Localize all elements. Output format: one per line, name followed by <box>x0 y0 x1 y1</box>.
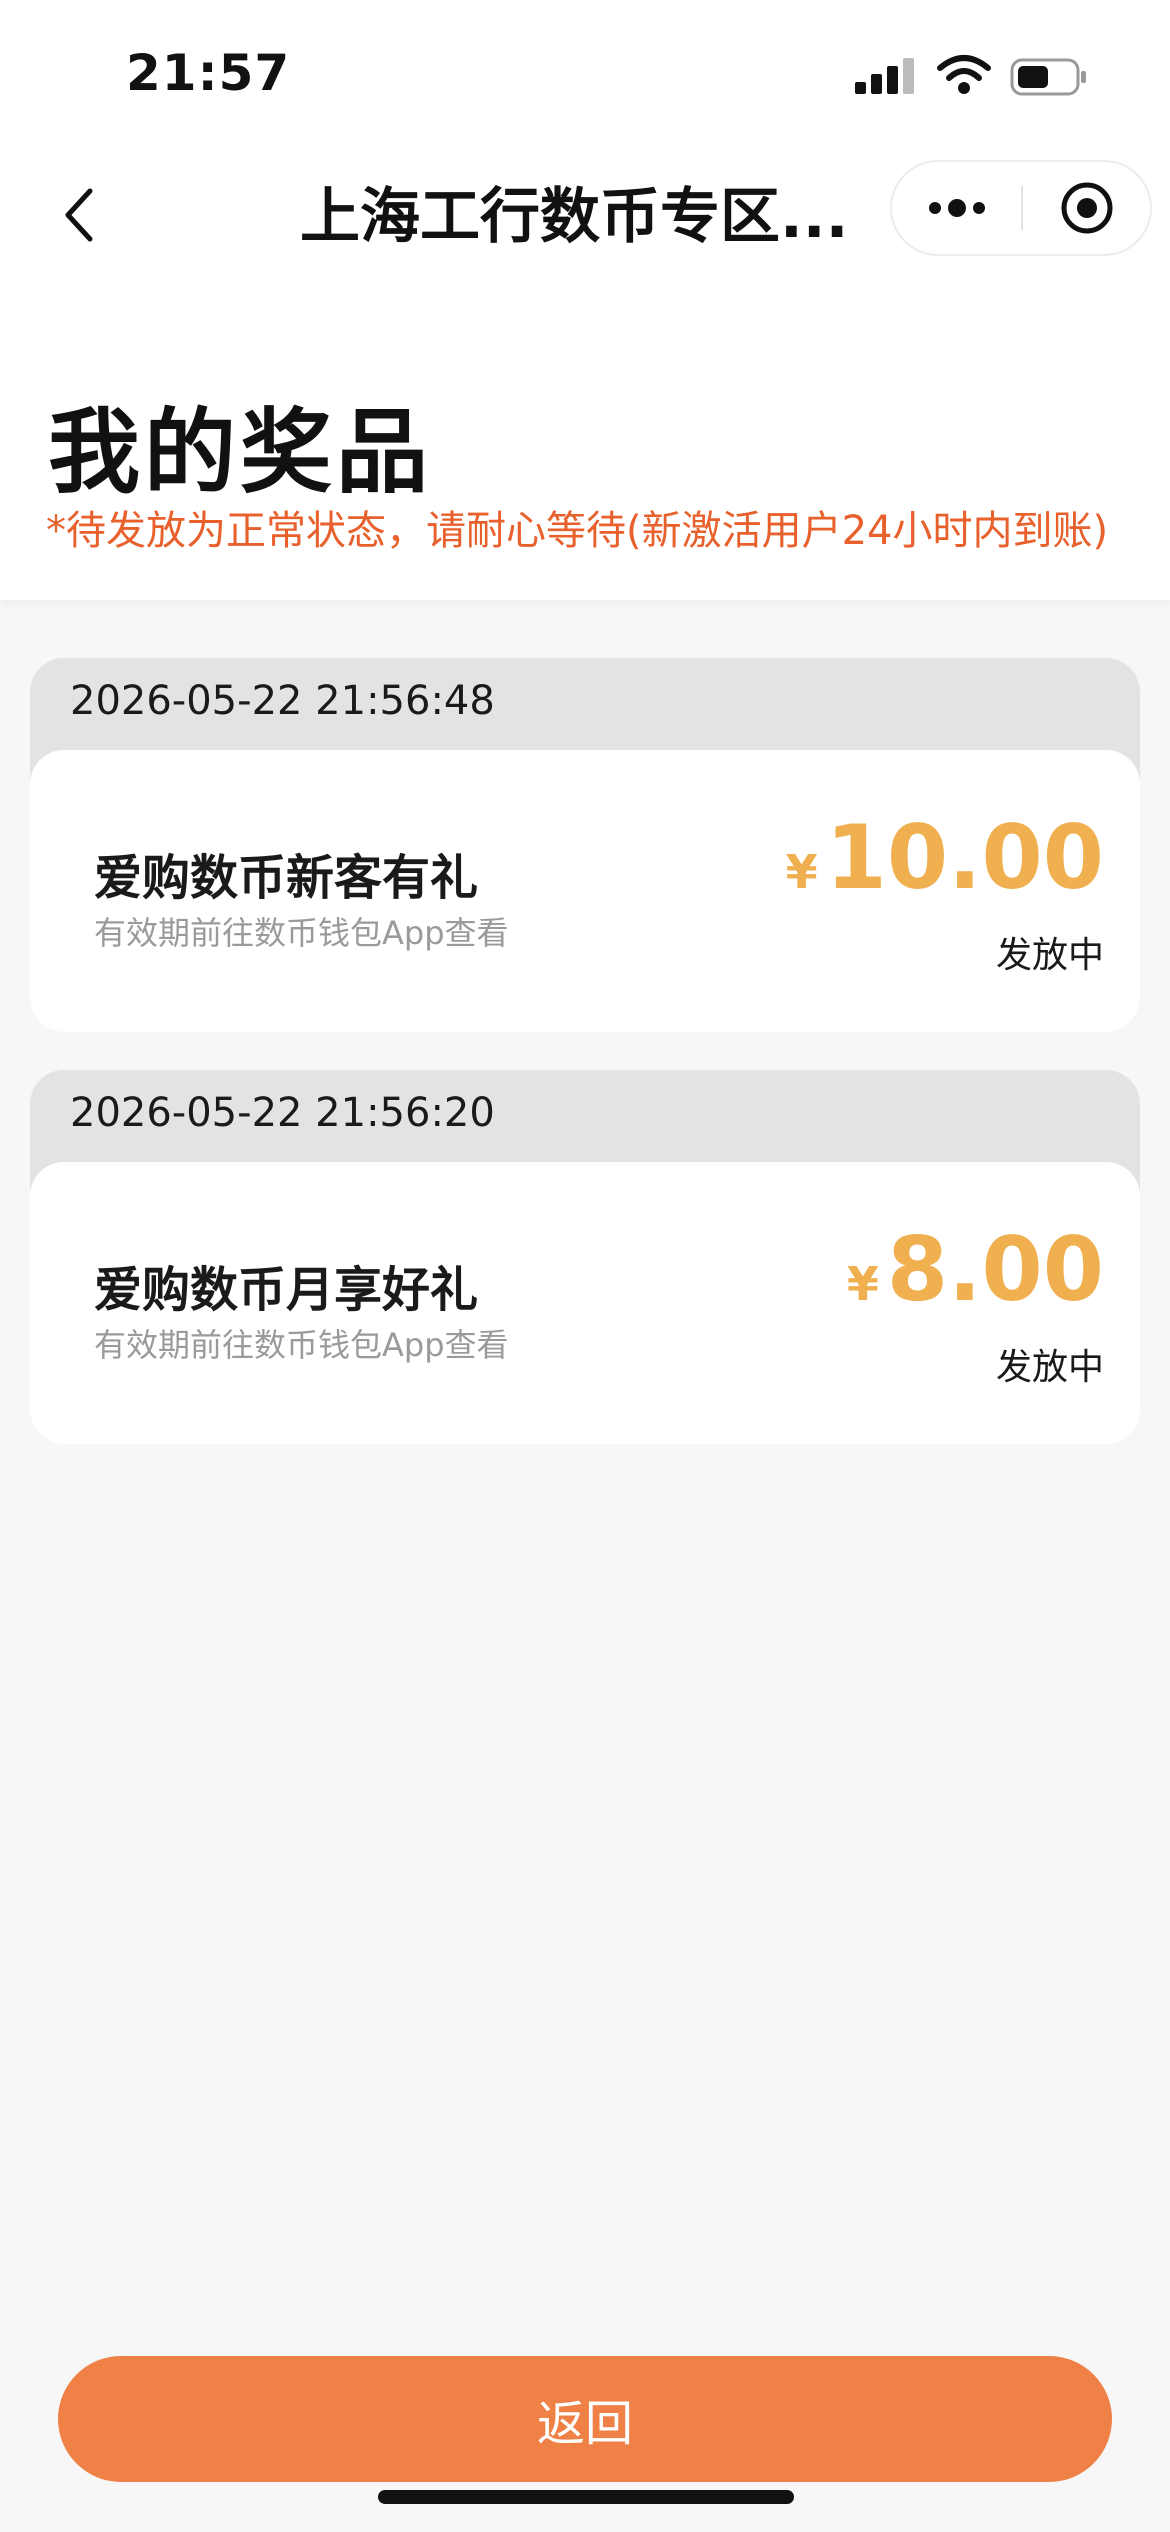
prize-card-body[interactable]: 爱购数币新客有礼 有效期前往数币钱包App查看 ¥ 10.00 发放中 <box>30 750 1140 1032</box>
more-dots-icon <box>929 199 985 217</box>
nav-bar: 上海工行数币专区... <box>0 150 1170 280</box>
signal-icon <box>855 58 914 94</box>
amount-value: 10.00 <box>825 806 1104 909</box>
wifi-icon <box>937 55 991 94</box>
return-button[interactable]: 返回 <box>58 2356 1112 2482</box>
prize-date: 2026-05-22 21:56:20 <box>70 1090 495 1136</box>
target-circle-icon <box>1061 182 1112 234</box>
prize-subtitle: 有效期前往数币钱包App查看 <box>94 1326 509 1364</box>
prize-amount: ¥ 8.00 <box>847 1218 1104 1321</box>
pending-notice: *待发放为正常状态，请耐心等待(新激活用户24小时内到账) <box>46 508 1109 554</box>
nav-title: 上海工行数币专区... <box>300 182 849 252</box>
chevron-left-icon <box>65 188 93 242</box>
prize-card-body[interactable]: 爱购数币月享好礼 有效期前往数币钱包App查看 ¥ 8.00 发放中 <box>30 1162 1140 1444</box>
prize-date: 2026-05-22 21:56:48 <box>70 678 495 724</box>
status-bar: 21:57 <box>0 0 1170 150</box>
prize-card: 2026-05-22 21:56:48 爱购数币新客有礼 有效期前往数币钱包Ap… <box>30 658 1140 1032</box>
currency-symbol: ¥ <box>846 1257 879 1311</box>
page-title: 我的奖品 <box>48 399 433 506</box>
more-button[interactable] <box>892 162 1022 254</box>
page: 21:57 上海工行数币专区... 我的奖品 *待发放为正常状态，请耐心等待(新… <box>0 0 1170 2532</box>
mini-program-capsule <box>890 160 1152 256</box>
home-indicator <box>378 2490 794 2504</box>
prize-amount: ¥ 10.00 <box>786 806 1104 909</box>
currency-symbol: ¥ <box>785 845 818 899</box>
prize-card: 2026-05-22 21:56:20 爱购数币月享好礼 有效期前往数币钱包Ap… <box>30 1070 1140 1444</box>
back-button[interactable] <box>40 175 120 255</box>
prizes-header: 我的奖品 *待发放为正常状态，请耐心等待(新激活用户24小时内到账) <box>0 280 1170 600</box>
prize-status: 发放中 <box>995 1347 1104 1388</box>
prize-subtitle: 有效期前往数币钱包App查看 <box>94 914 509 952</box>
close-mini-program-button[interactable] <box>1023 162 1150 254</box>
prize-name: 爱购数币新客有礼 <box>94 850 479 906</box>
amount-value: 8.00 <box>886 1218 1104 1321</box>
prize-name: 爱购数币月享好礼 <box>94 1262 479 1318</box>
status-time: 21:57 <box>126 44 291 102</box>
battery-icon <box>1010 58 1086 96</box>
prize-status: 发放中 <box>995 935 1104 976</box>
